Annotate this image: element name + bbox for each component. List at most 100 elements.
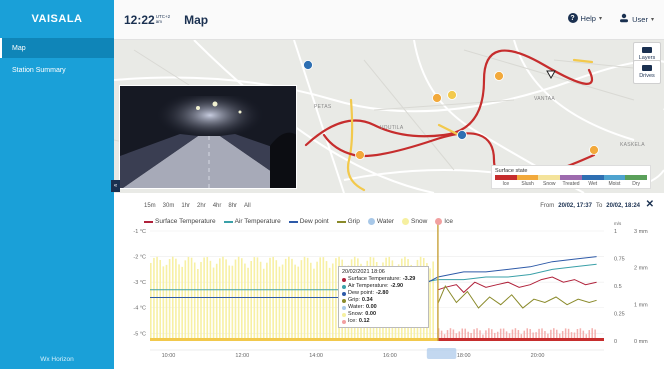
snow-bar	[165, 264, 168, 341]
car-icon	[642, 65, 652, 71]
snow-bar	[256, 257, 259, 341]
tooltip-row: Snow: 0.00	[342, 311, 425, 318]
snow-bar	[197, 268, 199, 341]
range-button-4hr[interactable]: 4hr	[213, 203, 222, 209]
legend-item-ice[interactable]: Ice	[435, 218, 453, 225]
from-date-picker[interactable]: 20/02, 17:37	[558, 203, 592, 209]
tooltip-swatch	[342, 291, 346, 296]
range-button-all[interactable]: All	[244, 203, 251, 209]
legend-label-snow: Snow	[543, 181, 556, 187]
snow-bar	[250, 261, 252, 341]
legend-labels: Ice Slush Snow Treated Wet Moist Dry	[495, 181, 647, 187]
to-date-picker[interactable]: 20/02, 18:24	[606, 203, 640, 209]
legend-item-air-temperature[interactable]: Air Temperature	[223, 218, 281, 225]
snow-bar	[150, 262, 152, 341]
legend-swatch-dry	[625, 175, 648, 180]
help-button[interactable]: ? Help ▾	[567, 13, 602, 23]
map-view[interactable]: PETAS VOUTILA VANTAA KASKELA Layers Driv…	[114, 40, 664, 193]
legend-item-grip[interactable]: Grip	[336, 218, 360, 225]
snow-bar	[310, 262, 312, 341]
legend-label-moist: Moist	[608, 181, 621, 187]
legend-label-treated: Treated	[562, 181, 580, 187]
snow-bar	[215, 263, 218, 341]
sidebar-item-map[interactable]: Map	[0, 38, 114, 58]
snow-bar	[219, 258, 221, 341]
snow-bar	[269, 257, 271, 341]
snow-bar	[319, 257, 322, 341]
tooltip-value: -3.29	[402, 276, 416, 282]
snow-bar	[181, 266, 183, 341]
range-button-1hr[interactable]: 1hr	[181, 203, 190, 209]
legend-item-dew-point[interactable]: Dew point	[288, 218, 329, 225]
place-label-petas: PETAS	[314, 104, 332, 110]
snow-bar	[278, 266, 281, 341]
snow-bar	[275, 260, 278, 341]
legend-swatch	[367, 218, 375, 225]
place-label-voutila: VOUTILA	[380, 125, 404, 131]
grip-tick-label: 0.25	[614, 312, 625, 318]
legend-swatch	[144, 220, 153, 223]
tooltip-row: Water: 0.00	[342, 304, 425, 311]
snow-bar	[259, 261, 262, 341]
snow-bar	[184, 260, 187, 341]
y-tick-label: -5 °C	[133, 331, 146, 337]
clock-time: 12:22	[124, 12, 155, 27]
legend-label: Grip	[347, 218, 360, 225]
user-menu-button[interactable]: User ▾	[619, 13, 654, 25]
legend-label-ice: Ice	[502, 181, 510, 187]
range-button-30m[interactable]: 30m	[163, 203, 175, 209]
tooltip-label: Dew point:	[348, 290, 374, 296]
surface-state-strip-snow	[150, 338, 438, 341]
snow-bar	[331, 263, 334, 341]
date-range: From 20/02, 17:37 To 20/02, 18:24	[540, 203, 640, 209]
legend-swatch	[223, 220, 233, 223]
time-range-selector: 15m 30m 1hr 2hr 4hr 8hr All	[144, 203, 251, 209]
legend-label: Air Temperature	[234, 218, 281, 225]
tooltip-row: Dew point: -2.80	[342, 290, 425, 297]
legend-item-surface-temperature[interactable]: Surface Temperature	[144, 218, 216, 225]
snow-bar	[322, 257, 325, 341]
chevron-down-icon: ▾	[598, 15, 602, 22]
snow-bar	[253, 257, 256, 341]
legend-title: Surface state	[495, 168, 528, 174]
tooltip-value: -2.90	[390, 283, 404, 289]
snow-bar	[171, 256, 174, 341]
tooltip-label: Air Temperature:	[348, 283, 389, 289]
legend-item-snow[interactable]: Snow	[402, 218, 427, 225]
tooltip-label: Surface Temperature:	[348, 276, 401, 282]
range-button-15m[interactable]: 15m	[144, 203, 156, 209]
legend-swatch	[435, 218, 443, 225]
tooltip-row: Ice: 0.12	[342, 318, 425, 325]
drives-button[interactable]: Drives	[633, 60, 661, 84]
grip-unit-label: m/s	[614, 221, 622, 226]
collapse-sidebar-button[interactable]: «	[111, 180, 120, 192]
snow-bar	[234, 259, 237, 341]
tooltip-label: Ice:	[348, 318, 357, 324]
snow-bar	[335, 258, 337, 341]
tooltip-value: 0.34	[361, 297, 373, 303]
tooltip-row: Air Temperature: -2.90	[342, 283, 425, 290]
clock: 12:22 UTC+2 am	[124, 13, 170, 27]
tooltip-value: 0.00	[366, 304, 377, 310]
close-icon[interactable]: ✕	[646, 199, 654, 210]
tooltip-rows: Surface Temperature: -3.29 Air Temperature…	[342, 276, 425, 325]
grip-tick-label: 0.5	[614, 284, 622, 290]
snow-bar	[200, 261, 202, 341]
tooltip-time: 20/02/2021 18:06	[342, 269, 385, 275]
user-icon	[619, 13, 629, 25]
sidebar-item-station-summary[interactable]: Station Summary	[0, 60, 114, 80]
camera-snapshot	[120, 86, 296, 188]
range-button-8hr[interactable]: 8hr	[228, 203, 237, 209]
tooltip-label: Grip:	[348, 297, 360, 303]
legend-item-water[interactable]: Water	[367, 218, 394, 225]
snow-bar	[306, 257, 309, 341]
tooltip-swatch	[342, 312, 346, 317]
chart-tooltip: 20/02/2021 18:06 Surface Temperature: -3.…	[338, 266, 429, 328]
series-line-grip	[437, 284, 597, 309]
range-button-2hr[interactable]: 2hr	[197, 203, 206, 209]
layers-icon	[642, 47, 652, 53]
y-tick-label: -3 °C	[133, 280, 146, 286]
legend-label-dry: Dry	[632, 181, 641, 187]
legend-label: Dew point	[299, 218, 329, 225]
legend-label: Surface Temperature	[155, 218, 216, 225]
